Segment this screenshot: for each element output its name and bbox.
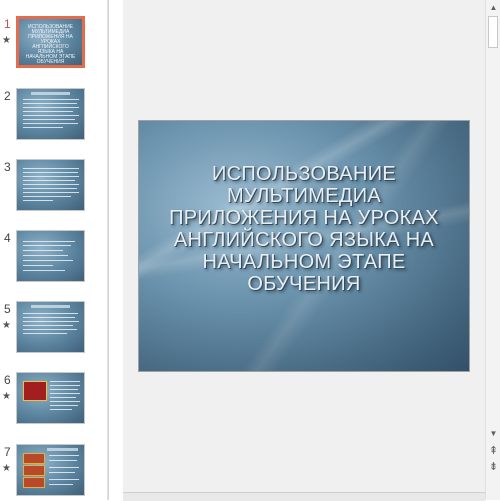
thumbnail-text-line <box>23 107 79 108</box>
scrollbar-thumb[interactable] <box>488 16 498 48</box>
thumbnail-text-line <box>23 103 77 104</box>
slide-number: 2 <box>4 89 11 103</box>
thumbnail-text-line <box>23 250 63 251</box>
thumbnail-text-line <box>23 184 79 185</box>
thumbnail-text-line <box>50 397 76 398</box>
slide-thumbnail-pane: 1 ★ ИСПОЛЬЗОВАНИЕ МУЛЬТИМЕДИА ПРИЛОЖЕНИЯ… <box>0 0 109 500</box>
thumbnail-text-line <box>49 460 77 461</box>
slide-number: 7 <box>4 445 11 459</box>
slide-thumbnail-7[interactable]: 7 ★ <box>0 444 108 500</box>
animation-star-icon: ★ <box>2 391 11 402</box>
slide-thumbnail-4[interactable]: 4 <box>0 230 108 296</box>
thumbnail-text-line <box>23 260 73 261</box>
next-slide-icon[interactable]: ⇟ <box>486 460 500 475</box>
thumbnail-image[interactable] <box>16 159 85 211</box>
thumbnail-text-line <box>23 180 75 181</box>
thumbnail-heading-line <box>31 305 70 308</box>
slide-number: 4 <box>4 231 11 245</box>
thumbnail-title: ИСПОЛЬЗОВАНИЕ МУЛЬТИМЕДИА ПРИЛОЖЕНИЯ НА … <box>25 24 76 65</box>
scroll-down-icon[interactable]: ▼ <box>486 426 500 441</box>
slide-number: 6 <box>4 373 11 387</box>
thumbnail-picture <box>23 465 45 476</box>
thumbnail-text-line <box>23 172 78 173</box>
slide-thumbnail-5[interactable]: 5 ★ <box>0 301 108 367</box>
thumbnail-text-line <box>23 313 78 314</box>
thumbnail-text-line <box>50 381 80 382</box>
slide-thumbnail-6[interactable]: 6 ★ <box>0 372 108 438</box>
thumbnail-text-line <box>23 192 79 193</box>
slide-number: 3 <box>4 160 11 174</box>
slide-title[interactable]: ИСПОЛЬЗОВАНИЕ МУЛЬТИМЕДИА ПРИЛОЖЕНИЯ НА … <box>159 163 449 295</box>
thumbnail-text-line <box>23 123 78 124</box>
thumbnail-text-line <box>23 245 71 246</box>
thumbnail-text-line <box>23 329 77 330</box>
animation-star-icon: ★ <box>2 320 11 331</box>
thumbnail-text-line <box>23 333 67 334</box>
thumbnail-text-line <box>23 200 53 201</box>
thumbnail-text-line <box>49 467 79 468</box>
thumbnail-text-line <box>49 455 79 456</box>
previous-slide-icon[interactable]: ⇞ <box>486 444 500 459</box>
thumbnail-text-line <box>23 168 79 169</box>
thumbnail-text-line <box>23 325 73 326</box>
thumbnail-picture <box>23 381 47 401</box>
thumbnail-text-line <box>50 389 78 390</box>
thumbnail-text-line <box>23 115 79 116</box>
thumbnail-image[interactable] <box>16 444 85 496</box>
thumbnail-text-line <box>23 265 53 266</box>
thumbnail-text-line <box>23 119 75 120</box>
thumbnail-text-line <box>23 188 77 189</box>
thumbnail-text-line <box>49 472 75 473</box>
slide-number: 5 <box>4 302 11 316</box>
slide-thumbnail-3[interactable]: 3 <box>0 159 108 225</box>
thumbnail-text-line <box>23 241 75 242</box>
slide-editing-area: ИСПОЛЬЗОВАНИЕ МУЛЬТИМЕДИА ПРИЛОЖЕНИЯ НА … <box>123 0 485 500</box>
thumbnail-text-line <box>23 176 79 177</box>
thumbnail-image[interactable] <box>16 230 85 282</box>
thumbnail-image[interactable]: ИСПОЛЬЗОВАНИЕ МУЛЬТИМЕДИА ПРИЛОЖЕНИЯ НА … <box>16 16 85 68</box>
thumbnail-text-line <box>50 409 72 410</box>
slide-thumbnail-1[interactable]: 1 ★ ИСПОЛЬЗОВАНИЕ МУЛЬТИМЕДИА ПРИЛОЖЕНИЯ… <box>0 16 108 82</box>
current-slide[interactable]: ИСПОЛЬЗОВАНИЕ МУЛЬТИМЕДИА ПРИЛОЖЕНИЯ НА … <box>138 120 470 372</box>
slide-number: 1 <box>4 17 11 31</box>
thumbnail-text-line <box>50 385 80 386</box>
thumbnail-text-line <box>49 479 79 480</box>
thumbnail-text-line <box>50 393 80 394</box>
scroll-up-icon[interactable]: ▲ <box>108 0 109 15</box>
thumbnail-heading-line <box>47 448 78 451</box>
main-scrollbar[interactable]: ▲ ▼ ⇞ ⇟ <box>485 0 500 500</box>
thumbnail-text-line <box>23 270 65 271</box>
thumbnail-text-line <box>50 401 80 402</box>
slide-thumbnail-2[interactable]: 2 <box>0 88 108 154</box>
thumbnail-text-line <box>23 127 63 128</box>
animation-star-icon: ★ <box>2 35 11 46</box>
thumbnail-text-line <box>23 317 75 318</box>
thumbnail-text-line <box>50 405 78 406</box>
scroll-up-icon[interactable]: ▲ <box>486 0 500 15</box>
thumbnail-picture <box>23 477 45 488</box>
thumbnail-text-line <box>23 321 79 322</box>
thumbnail-text-line <box>23 255 68 256</box>
thumbnail-image[interactable] <box>16 301 85 353</box>
thumbnail-text-line <box>49 484 73 485</box>
thumbnail-image[interactable] <box>16 372 85 424</box>
animation-star-icon: ★ <box>2 463 11 474</box>
thumbnail-text-line <box>23 196 71 197</box>
thumbnail-text-line <box>23 111 73 112</box>
thumbnail-image[interactable] <box>16 88 85 140</box>
thumbnail-heading-line <box>31 92 70 95</box>
thumbnail-text-line <box>23 99 79 100</box>
thumbnail-picture <box>23 453 45 464</box>
thumbnail-scrollbar[interactable]: ▲ <box>107 0 109 500</box>
